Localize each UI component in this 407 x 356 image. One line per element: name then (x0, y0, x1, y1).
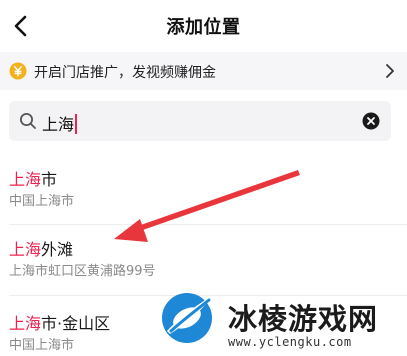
location-name-highlight: 上海 (9, 240, 42, 259)
watermark-logo-icon (162, 293, 213, 343)
search-field[interactable]: 上海 (9, 101, 391, 141)
page-title: 添加位置 (166, 17, 241, 38)
chevron-right-icon (386, 64, 394, 78)
text-caret (75, 114, 78, 134)
location-name-rest: 市·金山区 (41, 314, 111, 333)
promo-text: 开启门店推广，发视频赚佣金 (34, 65, 216, 81)
list-item[interactable]: 上海市 中国上海市 (9, 170, 397, 211)
location-name-rest: 市 (41, 170, 58, 189)
location-name-highlight: 上海 (9, 170, 42, 189)
search-icon (20, 113, 36, 129)
location-name-highlight: 上海 (9, 314, 42, 333)
location-name-rest: 外滩 (41, 240, 74, 259)
search-input[interactable]: 上海 (42, 111, 78, 135)
promo-banner[interactable]: 开启门店推广，发视频赚佣金 (0, 52, 407, 90)
location-address: 上海市虹口区黄浦路99号 (9, 264, 156, 279)
yen-coin-icon (9, 62, 27, 80)
location-name: 上海市 (9, 170, 397, 190)
list-item[interactable]: 上海外滩 上海市虹口区黄浦路99号 (9, 240, 397, 281)
watermark-title: 冰棱游戏网 (228, 302, 379, 336)
top-bar: 添加位置 (0, 0, 407, 52)
divider (9, 224, 407, 225)
clear-icon[interactable] (362, 112, 380, 130)
search-input-text: 上海 (42, 115, 75, 134)
watermark-url: www.yclengku.com (228, 335, 352, 349)
location-name: 上海外滩 (9, 240, 397, 260)
location-address: 中国上海市 (9, 194, 75, 209)
